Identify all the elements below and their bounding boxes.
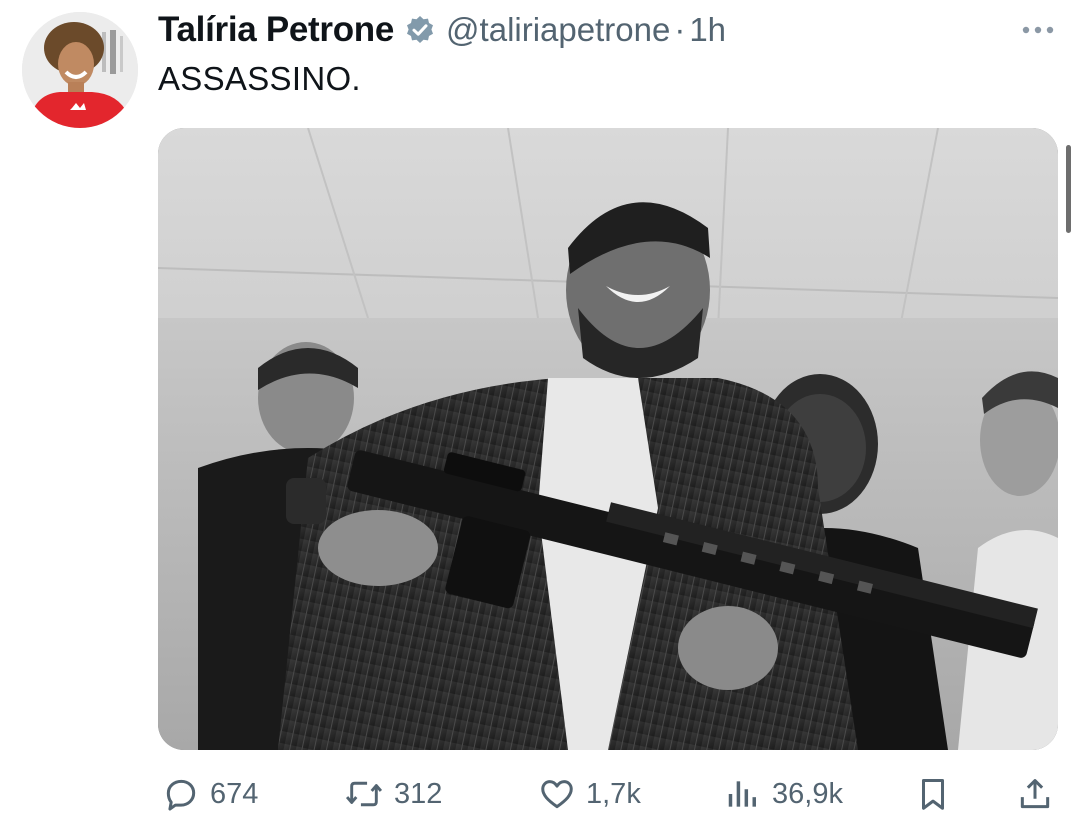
views-count: 36,9k bbox=[772, 777, 843, 810]
bookmark-button[interactable] bbox=[914, 766, 952, 822]
reply-icon bbox=[162, 775, 200, 813]
share-button[interactable] bbox=[1016, 766, 1054, 822]
tweet-timestamp[interactable]: 1h bbox=[689, 11, 726, 49]
views-icon bbox=[724, 775, 762, 813]
bookmark-icon bbox=[914, 775, 952, 813]
verified-badge-icon bbox=[404, 14, 436, 46]
header-separator: · bbox=[674, 11, 686, 48]
reply-count: 674 bbox=[210, 777, 259, 810]
tweet-header: Talíria Petrone @taliriapetrone · 1h bbox=[158, 8, 726, 52]
like-button[interactable]: 1,7k bbox=[538, 766, 641, 822]
tweet-photo[interactable] bbox=[158, 128, 1058, 750]
tweet-actions: 674 312 1,7k 36,9k bbox=[158, 766, 1060, 822]
retweet-count: 312 bbox=[394, 777, 443, 810]
author-name[interactable]: Talíria Petrone bbox=[158, 10, 394, 50]
more-horizontal-icon[interactable] bbox=[1018, 14, 1058, 46]
author-avatar[interactable] bbox=[22, 12, 138, 128]
share-icon bbox=[1016, 775, 1054, 813]
retweet-icon bbox=[344, 775, 384, 813]
reply-button[interactable]: 674 bbox=[162, 766, 258, 822]
heart-icon bbox=[538, 775, 576, 813]
retweet-button[interactable]: 312 bbox=[344, 766, 442, 822]
scrollbar[interactable] bbox=[1066, 145, 1071, 233]
views-button[interactable]: 36,9k bbox=[724, 766, 843, 822]
like-count: 1,7k bbox=[586, 777, 641, 810]
tweet-text: ASSASSINO. bbox=[158, 60, 361, 97]
author-handle[interactable]: @taliriapetrone bbox=[446, 11, 670, 49]
